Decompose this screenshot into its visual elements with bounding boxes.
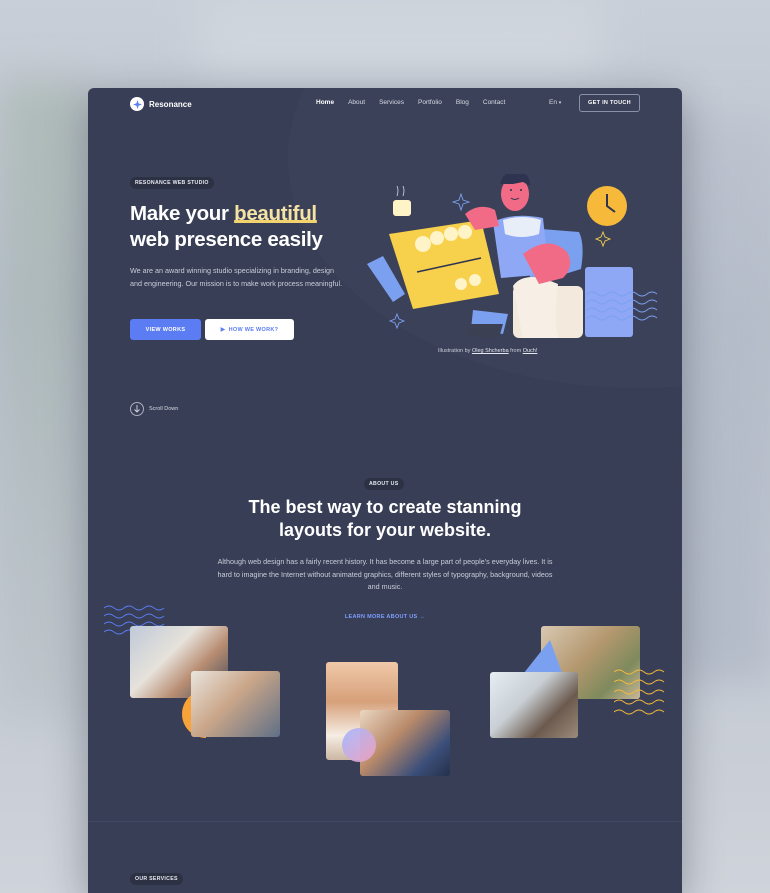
nav-item-home[interactable]: Home bbox=[316, 99, 334, 106]
about-title: The best way to create stanning layouts … bbox=[88, 496, 682, 542]
scroll-down[interactable]: Scroll Down bbox=[130, 402, 178, 416]
illustration-credit: Illustration by Oleg Shcherba from Ouch! bbox=[438, 348, 537, 354]
hero-title-highlight: beautiful bbox=[234, 202, 317, 225]
credit-prefix: Illustration by bbox=[438, 348, 471, 354]
chevron-down-icon: ▾ bbox=[558, 100, 562, 106]
learn-more-link[interactable]: LEARN MORE ABOUT US → bbox=[88, 614, 682, 620]
nav-item-services[interactable]: Services bbox=[379, 99, 404, 106]
team-photo-2 bbox=[191, 671, 280, 737]
background-blur-left bbox=[0, 80, 90, 720]
nav-item-contact[interactable]: Contact bbox=[483, 99, 505, 106]
hero-illustration bbox=[367, 174, 658, 338]
scroll-down-label: Scroll Down bbox=[149, 406, 179, 412]
credit-author-link[interactable]: Oleg Shcherba bbox=[472, 348, 509, 354]
gradient-circle-decoration bbox=[342, 728, 376, 762]
language-label: En bbox=[549, 99, 557, 106]
brand-logo[interactable]: Resonance bbox=[130, 97, 192, 111]
hero-title: Make your beautiful web presence easily bbox=[130, 201, 360, 253]
credit-middle: from bbox=[510, 348, 522, 354]
arrow-right-icon: → bbox=[419, 614, 426, 620]
about-badge: ABOUT US bbox=[364, 478, 404, 490]
hero-badge: RESONANCE WEB STUDIO bbox=[130, 177, 214, 189]
nav-item-blog[interactable]: Blog bbox=[456, 99, 469, 106]
top-navigation: Resonance Home About Services Portfolio … bbox=[88, 88, 682, 120]
nav-item-portfolio[interactable]: Portfolio bbox=[418, 99, 442, 106]
play-icon: ▶ bbox=[220, 327, 226, 333]
get-in-touch-button[interactable]: GET IN TOUCH bbox=[579, 94, 640, 112]
view-works-button[interactable]: VIEW WORKS bbox=[130, 319, 201, 340]
language-selector[interactable]: En ▾ bbox=[549, 99, 561, 106]
main-menu: Home About Services Portfolio Blog Conta… bbox=[316, 99, 505, 106]
team-photo-6 bbox=[490, 672, 578, 738]
hero-title-part1: Make your bbox=[130, 202, 229, 225]
brand-name: Resonance bbox=[149, 99, 192, 109]
credit-source-link[interactable]: Ouch! bbox=[523, 348, 538, 354]
wave-decoration-right bbox=[614, 669, 665, 715]
services-badge: OUR SERVICES bbox=[130, 873, 183, 885]
section-divider bbox=[88, 821, 682, 822]
hero-title-part2: web presence easily bbox=[130, 228, 323, 251]
nav-item-about[interactable]: About bbox=[348, 99, 365, 106]
about-title-line1: The best way to create stanning bbox=[248, 497, 522, 517]
sparkle-logo-icon bbox=[130, 97, 144, 111]
background-blur-right bbox=[680, 120, 770, 680]
about-description: Although web design has a fairly recent … bbox=[217, 557, 553, 591]
page-mockup: Resonance Home About Services Portfolio … bbox=[88, 88, 682, 893]
hero-description: We are an award winning studio specializ… bbox=[130, 266, 343, 288]
how-we-work-label: HOW WE WORK? bbox=[228, 326, 279, 333]
arrow-down-icon bbox=[130, 402, 144, 416]
background-blur-top bbox=[200, 0, 600, 80]
about-title-line2: layouts for your website. bbox=[278, 520, 492, 540]
learn-more-label: LEARN MORE ABOUT US bbox=[344, 614, 418, 620]
how-we-work-button[interactable]: ▶ HOW WE WORK? bbox=[205, 319, 294, 340]
